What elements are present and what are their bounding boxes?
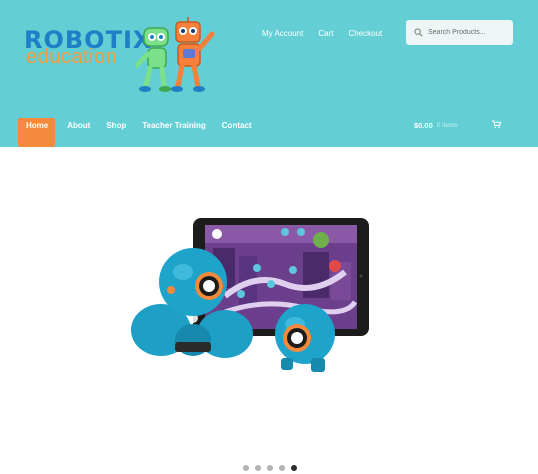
- account-links: My Account Cart Checkout: [262, 29, 397, 38]
- cart-item-count: 0 items: [436, 122, 458, 129]
- shopping-cart-icon[interactable]: [492, 120, 501, 129]
- search-icon: [414, 28, 423, 37]
- checkout-link[interactable]: Checkout: [348, 29, 382, 38]
- logo-tagline: education: [26, 46, 118, 68]
- nav-item-shop[interactable]: Shop: [98, 118, 134, 147]
- nav-item-about[interactable]: About: [59, 118, 98, 147]
- nav-item-contact[interactable]: Contact: [214, 118, 260, 147]
- slider-dot[interactable]: [279, 465, 285, 471]
- slider-dot[interactable]: [255, 465, 261, 471]
- robots-mascot-icon: [136, 17, 215, 92]
- search-input[interactable]: [428, 29, 508, 36]
- robotix-logo[interactable]: ROBOTIX education: [24, 16, 224, 100]
- nav-item-home[interactable]: Home: [18, 118, 56, 147]
- cart-link[interactable]: Cart: [318, 29, 333, 38]
- product-search-box: [406, 20, 513, 45]
- my-account-link[interactable]: My Account: [262, 29, 303, 38]
- cart-total: $0.00: [414, 121, 433, 130]
- slider-dot[interactable]: [243, 465, 249, 471]
- site-header: ROBOTIX education My Account Cart Checko…: [0, 0, 538, 147]
- main-nav: Home About Shop Teacher Training Contact: [18, 118, 260, 147]
- slider-pagination: [243, 465, 303, 471]
- slider-dot-active[interactable]: [291, 465, 297, 471]
- slider-dot[interactable]: [267, 465, 273, 471]
- nav-item-teacher-training[interactable]: Teacher Training: [134, 118, 213, 147]
- mini-cart[interactable]: $0.00 0 items: [414, 121, 458, 130]
- hero-product-image: [131, 218, 369, 372]
